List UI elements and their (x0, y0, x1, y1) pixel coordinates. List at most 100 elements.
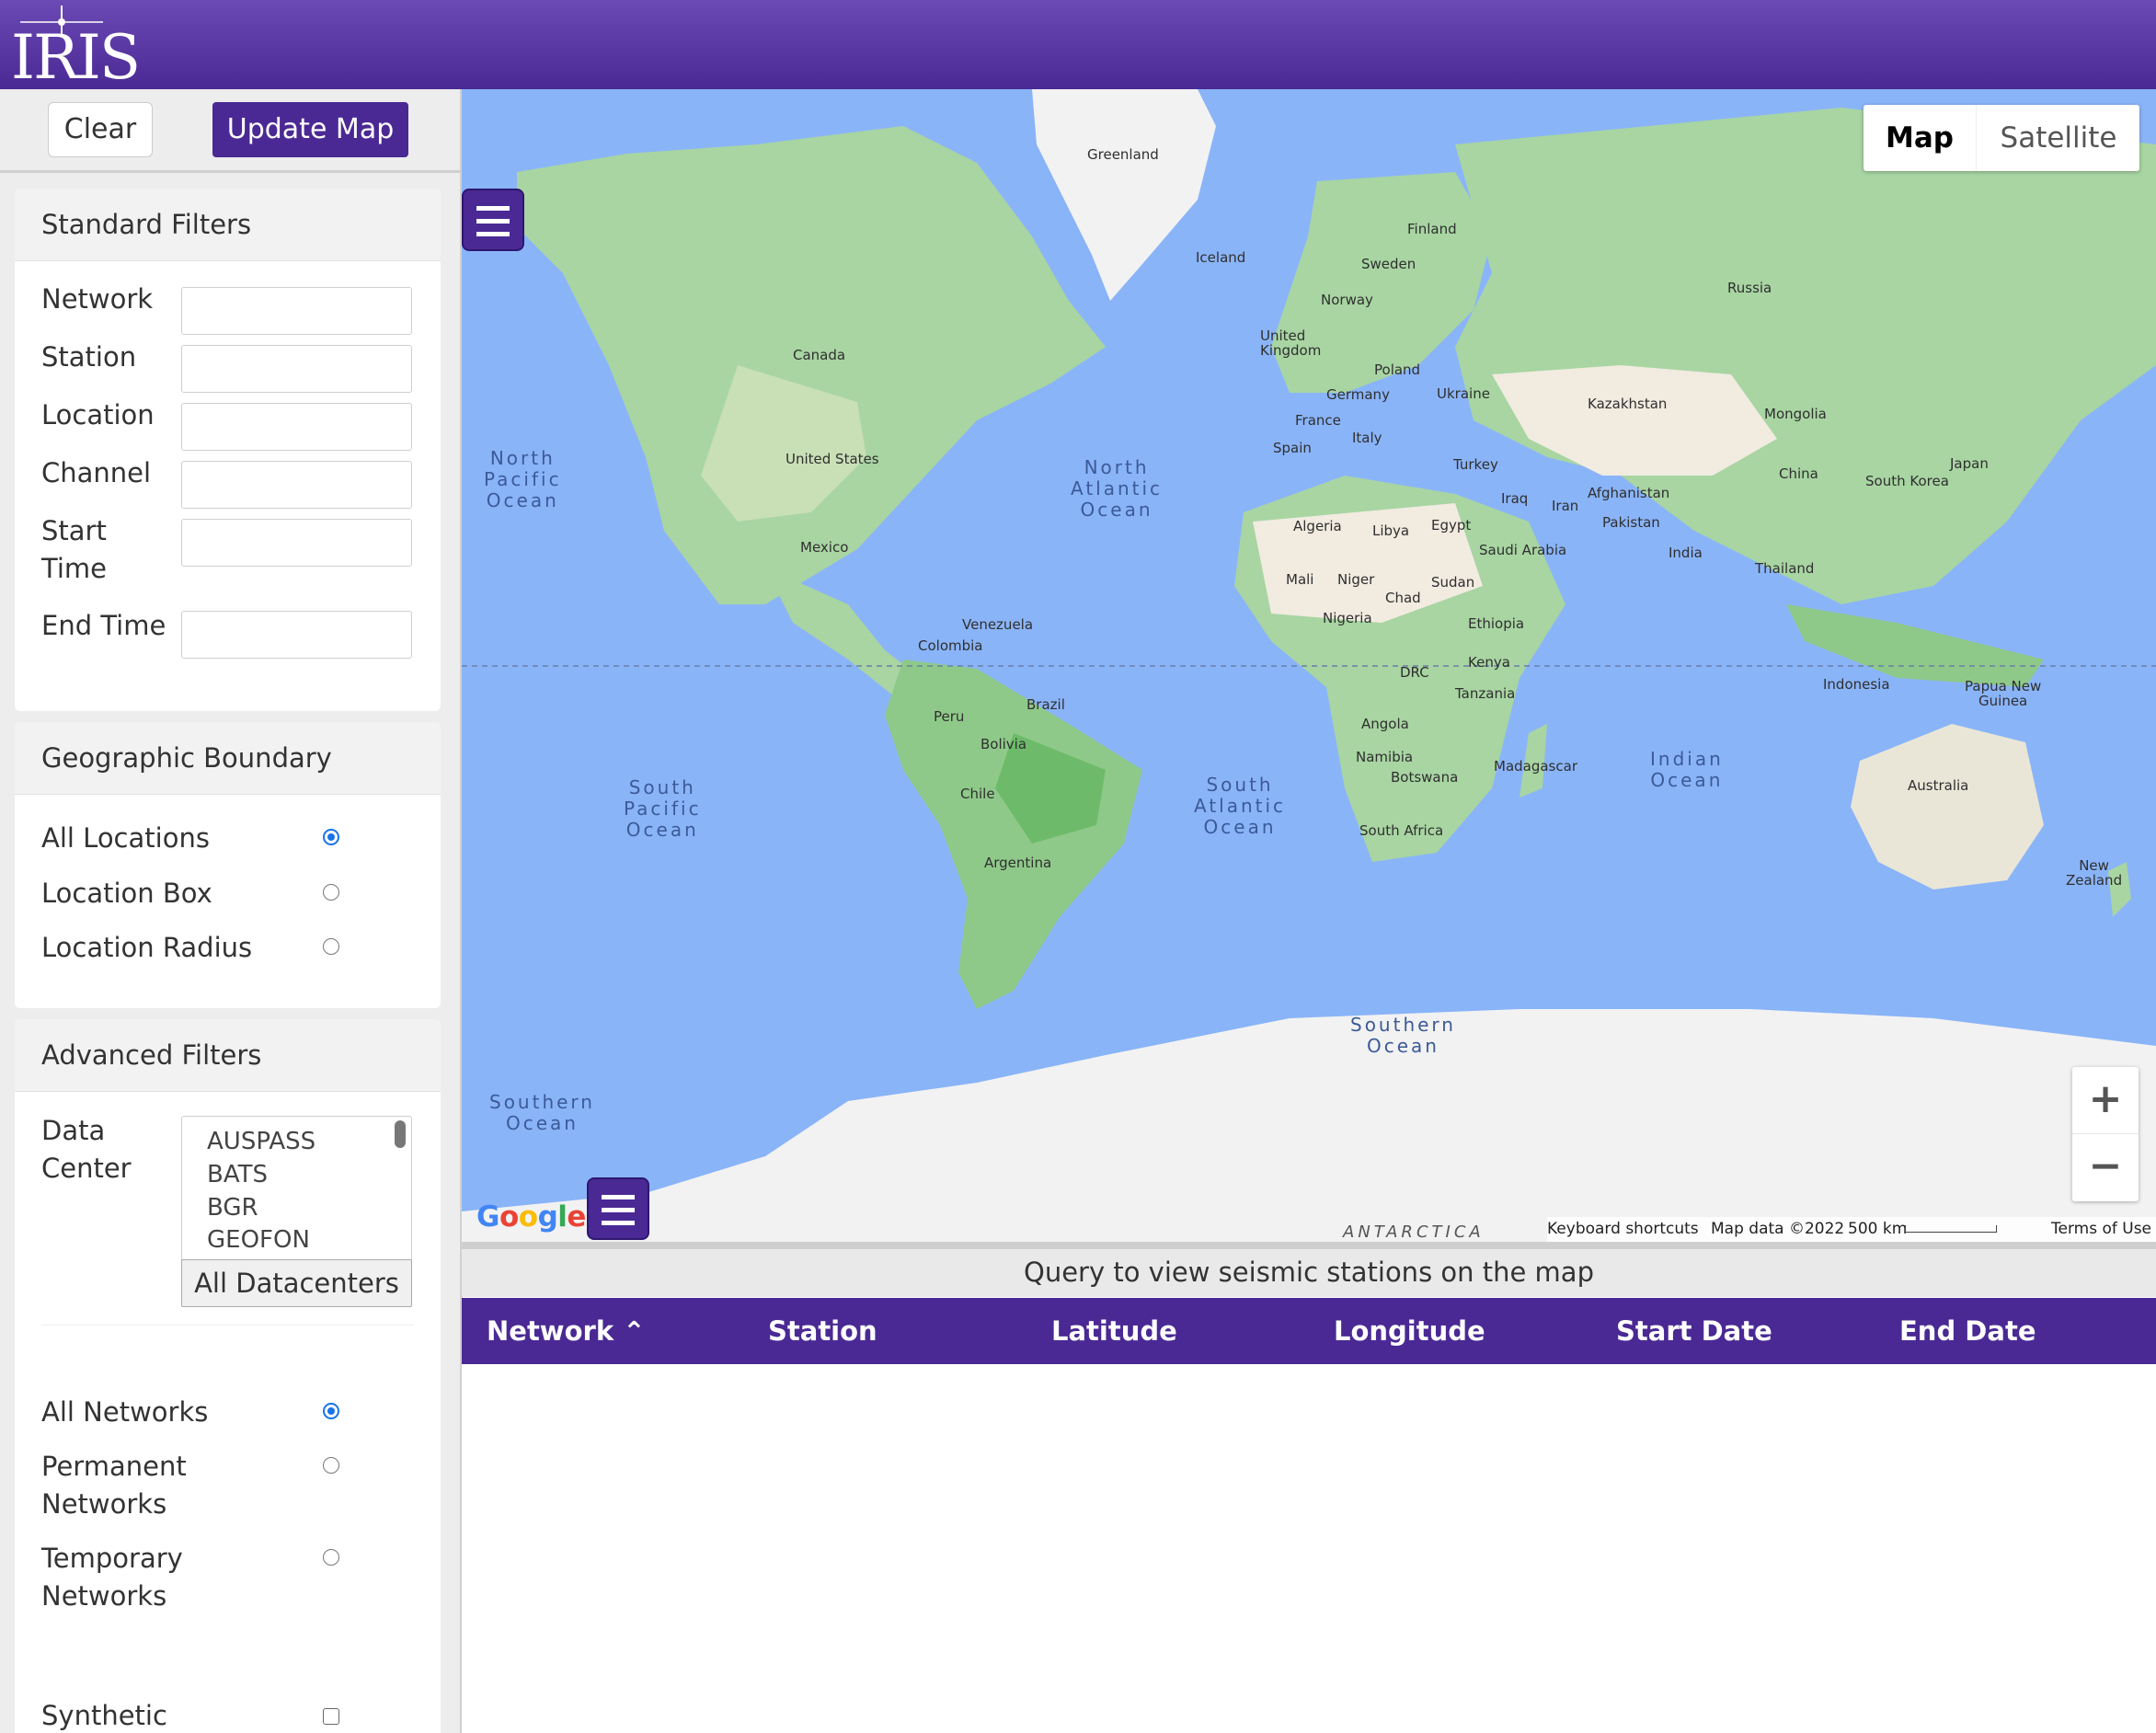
geographic-boundary-title[interactable]: Geographic Boundary (15, 722, 441, 795)
column-header-network-label: Network (487, 1315, 614, 1347)
all-networks-radio[interactable] (323, 1403, 339, 1419)
ocean-label-line: North (489, 447, 556, 469)
channel-label: Channel (41, 457, 152, 488)
iris-logo[interactable]: IRIS (11, 4, 141, 93)
end-time-input[interactable] (181, 611, 412, 659)
sidebar-divider (0, 170, 460, 173)
menu-bar (476, 232, 510, 236)
column-header-start-date[interactable]: Start Date (1616, 1298, 1772, 1364)
update-map-button[interactable]: Update Map (212, 102, 408, 157)
zoom-in-button[interactable]: + (2072, 1067, 2139, 1134)
country-label: Mali (1286, 571, 1314, 588)
country-label: Sudan (1431, 574, 1475, 591)
column-header-end-date[interactable]: End Date (1899, 1298, 2036, 1364)
temporary-networks-label-line2: Networks (41, 1580, 167, 1612)
ocean-label-line: North (1084, 456, 1150, 478)
ocean-label-line: Atlantic (1194, 795, 1287, 817)
scale-bar-icon (1905, 1225, 1997, 1233)
column-header-longitude[interactable]: Longitude (1334, 1298, 1485, 1364)
map-type-map-button[interactable]: Map (1864, 105, 1976, 171)
legend-menu-icon[interactable] (587, 1177, 649, 1240)
advanced-divider (41, 1325, 414, 1326)
datacenter-option[interactable]: AUSPASS (207, 1128, 315, 1155)
ocean-label-line: Ocean (506, 1112, 579, 1134)
country-label: South Africa (1359, 822, 1444, 839)
country-label: Canada (793, 347, 846, 363)
permanent-networks-label: Permanent Networks (41, 1448, 187, 1523)
map-type-satellite-button[interactable]: Satellite (1976, 105, 2140, 171)
data-center-label-line2: Center (41, 1153, 132, 1184)
listbox-scrollbar[interactable] (395, 1120, 406, 1148)
station-map[interactable]: North Pacific Ocean North Atlantic Ocean… (462, 89, 2156, 1242)
country-label: Germany (1326, 386, 1390, 403)
ocean-label-line: Pacific (484, 468, 562, 490)
data-center-label-line1: Data (41, 1115, 106, 1146)
ocean-label-line: Ocean (486, 489, 559, 511)
zoom-out-button[interactable]: − (2072, 1134, 2139, 1200)
synthetic-label: Synthetic (41, 1700, 167, 1731)
location-radius-radio[interactable] (323, 938, 339, 955)
advanced-filters-title[interactable]: Advanced Filters (15, 1019, 441, 1092)
clear-button[interactable]: Clear (48, 102, 153, 157)
all-datacenters-button[interactable]: All Datacenters (181, 1259, 412, 1307)
terms-of-use-link[interactable]: Terms of Use (2051, 1217, 2151, 1242)
all-locations-radio[interactable] (323, 829, 339, 845)
keyboard-shortcuts-link[interactable]: Keyboard shortcuts (1547, 1217, 1699, 1242)
country-label: DRC (1400, 664, 1429, 681)
google-logo[interactable]: Google (476, 1200, 586, 1234)
country-label: Egypt (1431, 517, 1472, 534)
datacenter-option[interactable]: BATS (207, 1161, 268, 1188)
country-label: Saudi Arabia (1479, 542, 1567, 558)
location-input[interactable] (181, 403, 412, 451)
country-label-line: Guinea (1978, 693, 2028, 709)
country-label: Finland (1407, 221, 1457, 237)
country-label: Russia (1727, 280, 1772, 296)
standard-filters-title[interactable]: Standard Filters (15, 189, 441, 261)
datacenter-listbox[interactable]: AUSPASS BATS BGR GEOFON (181, 1116, 412, 1270)
country-label: Thailand (1755, 560, 1815, 577)
menu-bar (476, 219, 510, 224)
column-header-network[interactable]: Network ⌃ (487, 1298, 646, 1364)
country-label: Iraq (1501, 490, 1529, 507)
map-type-control: Map Satellite (1864, 105, 2139, 171)
country-label: Papua New Guinea (1965, 679, 2041, 708)
top-bar: IRIS (0, 0, 2156, 93)
column-header-station[interactable]: Station (768, 1298, 877, 1364)
ocean-label-north-atlantic: North Atlantic Ocean (1071, 457, 1163, 521)
country-label: Norway (1321, 292, 1373, 308)
ocean-label-south-pacific: South Pacific Ocean (624, 777, 702, 841)
location-label: Location (41, 399, 155, 430)
start-time-input[interactable] (181, 519, 412, 567)
datacenter-option[interactable]: BGR (207, 1194, 258, 1222)
station-input[interactable] (181, 345, 412, 393)
ocean-label-line: Ocean (1367, 1035, 1439, 1057)
filter-sidebar: Clear Update Map Standard Filters Networ… (0, 89, 463, 1733)
country-label: Spain (1273, 440, 1312, 456)
ocean-label-southern-mid: Southern Ocean (1350, 1015, 1456, 1057)
scale-label[interactable]: 500 km (1848, 1217, 1907, 1242)
country-label: Turkey (1453, 456, 1498, 473)
country-label: Australia (1908, 777, 1969, 794)
hamburger-menu-icon[interactable] (462, 189, 524, 251)
map-attribution-bar: Keyboard shortcuts Map data ©2022 500 km… (1547, 1217, 2156, 1242)
channel-input[interactable] (181, 461, 412, 509)
country-label: Libya (1372, 522, 1410, 539)
ocean-label-south-atlantic: South Atlantic Ocean (1194, 775, 1286, 838)
synthetic-checkbox[interactable] (323, 1708, 339, 1725)
column-header-latitude[interactable]: Latitude (1051, 1298, 1177, 1364)
location-box-radio[interactable] (323, 884, 339, 901)
temporary-networks-radio[interactable] (323, 1549, 339, 1566)
ocean-label-indian: Indian Ocean (1650, 749, 1724, 791)
network-label: Network (41, 283, 154, 315)
start-time-label-line2: Time (41, 553, 107, 584)
start-time-label: Start Time (41, 512, 107, 588)
datacenter-option[interactable]: GEOFON (207, 1226, 310, 1254)
country-label: United States (786, 451, 879, 467)
permanent-networks-radio[interactable] (323, 1457, 339, 1474)
country-label: Ethiopia (1468, 615, 1525, 632)
data-center-section: Data Center AUSPASS BATS BGR GEOFON All … (15, 1091, 441, 1307)
permanent-networks-label-line2: Networks (41, 1488, 167, 1520)
network-input[interactable] (181, 287, 412, 335)
country-label: Mongolia (1764, 406, 1827, 422)
country-label: France (1295, 412, 1341, 429)
